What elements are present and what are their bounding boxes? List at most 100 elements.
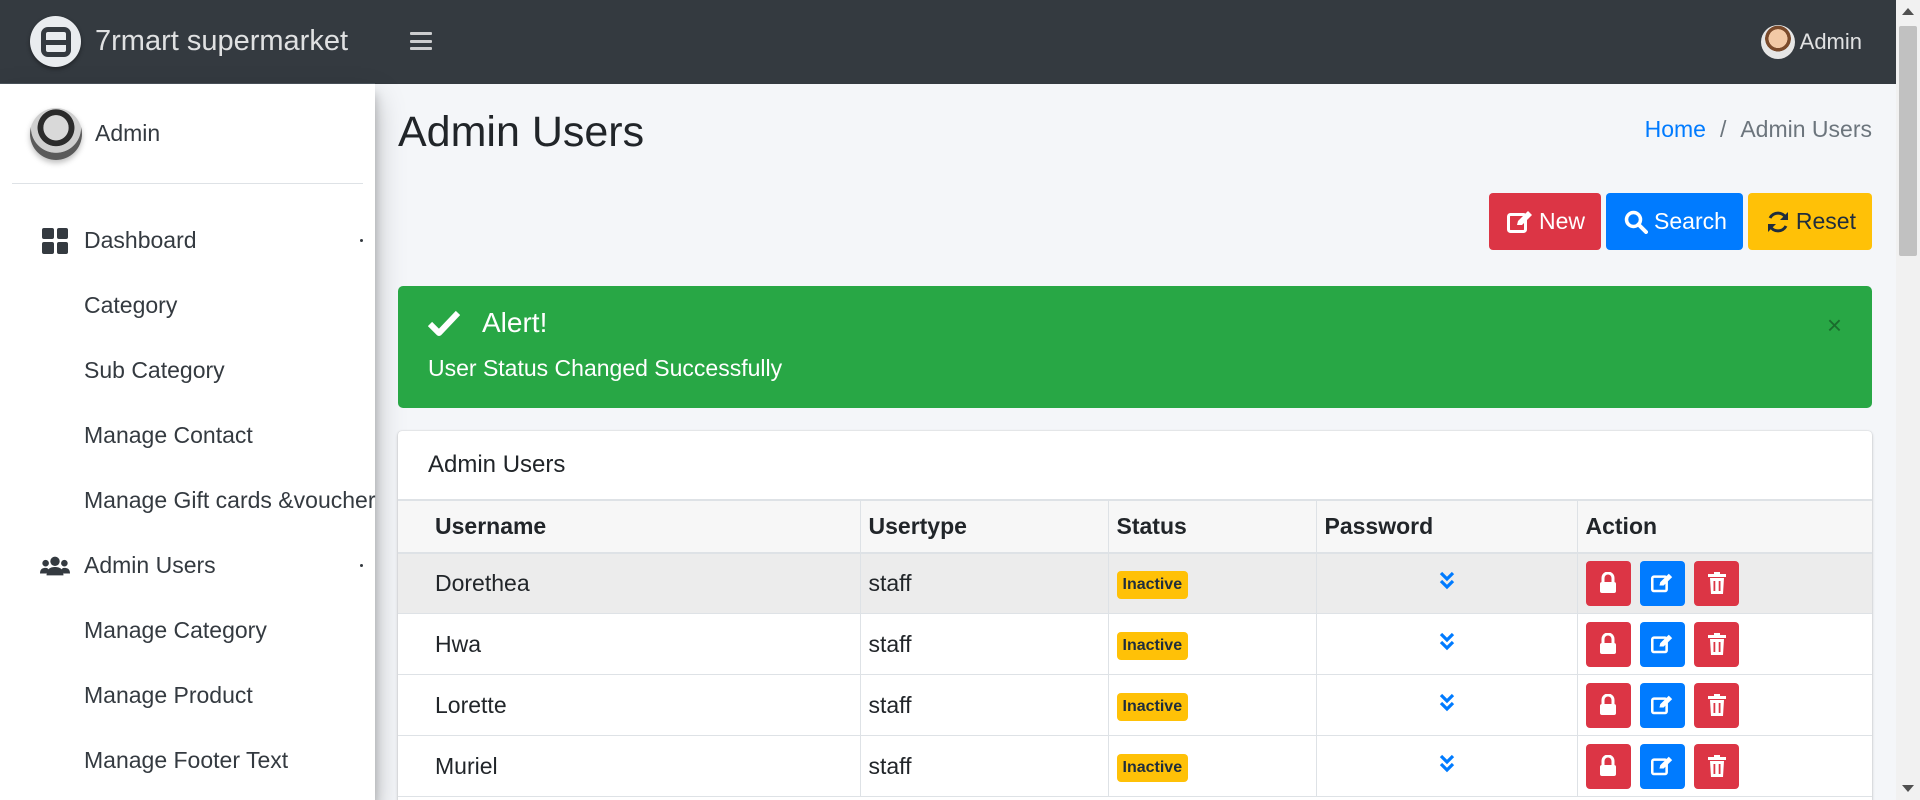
trash-icon — [1707, 633, 1726, 655]
sidebar-item-admin-users[interactable]: Admin Users — [0, 533, 375, 598]
lock-button[interactable] — [1585, 743, 1631, 789]
trash-icon — [1707, 572, 1726, 595]
edit-icon — [1651, 695, 1673, 715]
edit-button[interactable] — [1639, 621, 1685, 667]
lock-icon — [1600, 755, 1616, 776]
password-cell — [1315, 552, 1578, 614]
scroll-thumb[interactable] — [1899, 26, 1917, 256]
alert-title: Alert! — [482, 307, 548, 338]
delete-button[interactable] — [1694, 743, 1740, 789]
sidebar-item-gift-cards[interactable]: Manage Gift cards &voucher — [0, 468, 375, 533]
edit-button[interactable] — [1639, 743, 1685, 789]
status-cell: Inactive — [1107, 613, 1317, 675]
username-cell: Muriel — [398, 735, 861, 797]
edit-button[interactable] — [1639, 560, 1685, 606]
users-icon — [40, 551, 70, 581]
new-button[interactable]: New — [1489, 193, 1602, 250]
angle-double-down-icon[interactable] — [1439, 692, 1455, 719]
edit-icon — [1651, 634, 1673, 654]
scroll-up-icon[interactable] — [1902, 8, 1914, 15]
lock-button[interactable] — [1585, 560, 1631, 606]
delete-button[interactable] — [1694, 621, 1740, 667]
username-cell: Dorethea — [398, 552, 861, 614]
delete-button[interactable] — [1694, 560, 1740, 606]
sidebar: Admin Dashboard Category Sub Category Ma… — [0, 84, 375, 800]
page-title: Admin Users — [398, 108, 645, 156]
breadcrumb-separator: / — [1719, 116, 1727, 142]
close-icon[interactable]: × — [1827, 312, 1842, 338]
angle-double-down-icon[interactable] — [1439, 753, 1455, 780]
brand-name: 7rmart supermarket — [95, 25, 349, 57]
menu-toggle-icon[interactable] — [410, 30, 432, 52]
table-row: Muriel staff Inactive — [398, 735, 1872, 797]
sidebar-nav: Dashboard Category Sub Category Manage C… — [0, 184, 375, 793]
chevron-icon — [360, 239, 363, 242]
column-header-action[interactable]: Action — [1576, 500, 1872, 554]
alert-message: User Status Changed Successfully — [428, 355, 783, 381]
status-badge[interactable]: Inactive — [1116, 570, 1189, 599]
sidebar-item-manage-product[interactable]: Manage Product — [0, 663, 375, 728]
reset-button-label: Reset — [1795, 208, 1856, 234]
avatar — [30, 107, 82, 160]
sidebar-item-manage-category[interactable]: Manage Category — [0, 598, 375, 663]
sidebar-user-panel[interactable]: Admin — [12, 84, 363, 184]
edit-icon — [1507, 210, 1533, 233]
action-cell — [1576, 552, 1872, 614]
dashboard-grid-icon — [40, 226, 70, 256]
status-badge[interactable]: Inactive — [1116, 753, 1189, 782]
column-header-username[interactable]: Username — [398, 500, 861, 554]
sidebar-item-sub-category[interactable]: Sub Category — [0, 338, 375, 403]
table-header-row: Username Usertype Status Password Action — [398, 500, 1872, 554]
status-badge[interactable]: Inactive — [1116, 631, 1189, 660]
page-scrollbar[interactable] — [1896, 0, 1920, 800]
admin-users-table: Username Usertype Status Password Action… — [398, 500, 1872, 797]
sidebar-item-label: Manage Category — [84, 617, 267, 643]
sidebar-item-category[interactable]: Category — [0, 273, 375, 338]
brand-link[interactable]: 7rmart supermarket — [0, 0, 375, 84]
card-title: Admin Users — [398, 431, 1872, 500]
angle-double-down-icon[interactable] — [1439, 570, 1455, 597]
username-cell: Lorette — [398, 674, 861, 736]
status-badge[interactable]: Inactive — [1116, 692, 1189, 721]
column-header-usertype[interactable]: Usertype — [859, 500, 1109, 554]
table-row: Lorette staff Inactive — [398, 674, 1872, 736]
lock-button[interactable] — [1585, 682, 1631, 728]
sidebar-item-dashboard[interactable]: Dashboard — [0, 208, 375, 273]
lock-icon — [1600, 572, 1616, 594]
top-user-name: Admin — [1799, 29, 1862, 54]
action-cell — [1576, 674, 1872, 736]
lock-icon — [1600, 633, 1616, 654]
trash-icon — [1707, 694, 1726, 716]
edit-button[interactable] — [1639, 682, 1685, 728]
top-avatar — [1760, 25, 1795, 59]
lock-button[interactable] — [1585, 621, 1631, 667]
action-cell — [1576, 613, 1872, 675]
sidebar-item-manage-footer-text[interactable]: Manage Footer Text — [0, 728, 375, 793]
reset-button[interactable]: Reset — [1747, 193, 1872, 250]
sidebar-item-manage-contact[interactable]: Manage Contact — [0, 403, 375, 468]
username-cell: Hwa — [398, 613, 861, 675]
status-cell: Inactive — [1107, 552, 1317, 614]
column-header-status[interactable]: Status — [1107, 500, 1317, 554]
table-body: Dorethea staff Inactive Hwa staff Inacti… — [398, 552, 1872, 797]
usertype-cell: staff — [859, 552, 1109, 614]
brand-logo-icon — [30, 16, 81, 67]
sidebar-item-label: Category — [84, 292, 178, 318]
delete-button[interactable] — [1694, 682, 1740, 728]
table-row: Dorethea staff Inactive — [398, 552, 1872, 614]
search-icon — [1624, 210, 1649, 234]
column-header-password[interactable]: Password — [1315, 500, 1578, 554]
admin-users-card: Admin Users Username Usertype Status Pas… — [398, 431, 1872, 800]
sidebar-item-label: Admin Users — [84, 552, 216, 578]
edit-icon — [1651, 756, 1673, 776]
scroll-down-icon[interactable] — [1902, 785, 1914, 792]
search-button[interactable]: Search — [1606, 193, 1743, 250]
breadcrumb-home-link[interactable]: Home — [1645, 116, 1706, 143]
angle-double-down-icon[interactable] — [1439, 631, 1455, 658]
status-cell: Inactive — [1107, 735, 1317, 797]
sidebar-item-label: Manage Gift cards &voucher — [84, 487, 376, 513]
top-user-menu[interactable]: Admin — [1760, 25, 1862, 59]
sidebar-item-label: Dashboard — [84, 227, 197, 253]
status-cell: Inactive — [1107, 674, 1317, 736]
sidebar-item-label: Manage Contact — [84, 422, 253, 448]
